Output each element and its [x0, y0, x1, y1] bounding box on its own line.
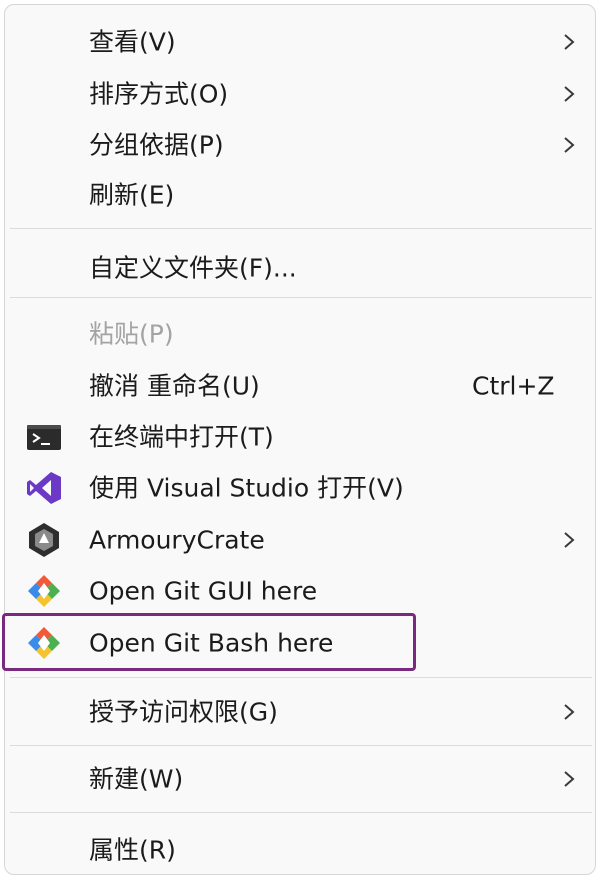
- menu-item-sort-label: 排序方式(O): [89, 79, 229, 109]
- menu-item-view[interactable]: 查看(V): [9, 19, 591, 65]
- menu-item-properties[interactable]: 属性(R): [9, 827, 591, 873]
- context-menu: 查看(V) 排序方式(O) 分组依据(P) 刷新(E) 自定义文件夹(F)...…: [4, 4, 596, 875]
- chevron-right-icon: [564, 34, 575, 50]
- menu-item-grant-access-label: 授予访问权限(G): [89, 697, 278, 727]
- menu-item-open-git-bash[interactable]: Open Git Bash here: [9, 620, 591, 666]
- menu-separator: [10, 812, 592, 813]
- git-icon: [28, 627, 60, 659]
- chevron-right-icon: [564, 771, 575, 787]
- shortcut-label: Ctrl+Z: [472, 371, 555, 401]
- menu-item-new-label: 新建(W): [89, 764, 184, 794]
- menu-item-refresh[interactable]: 刷新(E): [9, 172, 591, 218]
- menu-item-open-with-visual-studio[interactable]: 使用 Visual Studio 打开(V): [9, 465, 591, 511]
- menu-item-paste: 粘贴(P): [9, 311, 591, 357]
- menu-item-undo-rename[interactable]: 撤消 重命名(U) Ctrl+Z: [9, 363, 591, 409]
- terminal-icon: [27, 425, 61, 450]
- menu-item-open-git-gui[interactable]: Open Git GUI here: [9, 568, 591, 614]
- menu-item-open-in-terminal[interactable]: 在终端中打开(T): [9, 414, 591, 460]
- menu-item-paste-label: 粘贴(P): [89, 319, 174, 349]
- menu-item-group[interactable]: 分组依据(P): [9, 122, 591, 168]
- menu-separator: [10, 745, 592, 746]
- menu-item-properties-label: 属性(R): [89, 835, 176, 865]
- chevron-right-icon: [564, 532, 575, 548]
- menu-item-open-in-terminal-label: 在终端中打开(T): [89, 422, 274, 452]
- chevron-right-icon: [564, 86, 575, 102]
- armoury-crate-icon: [29, 523, 59, 557]
- menu-separator: [10, 228, 592, 229]
- menu-item-open-with-visual-studio-label: 使用 Visual Studio 打开(V): [89, 473, 404, 503]
- menu-item-customize-folder-label: 自定义文件夹(F)...: [89, 253, 297, 283]
- chevron-right-icon: [564, 704, 575, 720]
- menu-item-group-label: 分组依据(P): [89, 130, 224, 160]
- menu-item-sort[interactable]: 排序方式(O): [9, 71, 591, 117]
- menu-item-open-git-bash-label: Open Git Bash here: [89, 628, 334, 658]
- menu-separator: [10, 297, 592, 298]
- menu-item-armoury-crate-label: ArmouryCrate: [89, 525, 265, 555]
- menu-item-customize-folder[interactable]: 自定义文件夹(F)...: [9, 245, 591, 291]
- menu-separator: [10, 677, 592, 678]
- menu-item-refresh-label: 刷新(E): [89, 180, 175, 210]
- menu-item-undo-rename-label: 撤消 重命名(U): [89, 371, 260, 401]
- menu-item-open-git-gui-label: Open Git GUI here: [89, 576, 318, 606]
- menu-item-new[interactable]: 新建(W): [9, 756, 591, 802]
- menu-item-armoury-crate[interactable]: ArmouryCrate: [9, 517, 591, 563]
- menu-item-view-label: 查看(V): [89, 27, 176, 57]
- visual-studio-icon: [27, 472, 61, 504]
- git-icon: [28, 575, 60, 607]
- chevron-right-icon: [564, 137, 575, 153]
- menu-item-grant-access[interactable]: 授予访问权限(G): [9, 689, 591, 735]
